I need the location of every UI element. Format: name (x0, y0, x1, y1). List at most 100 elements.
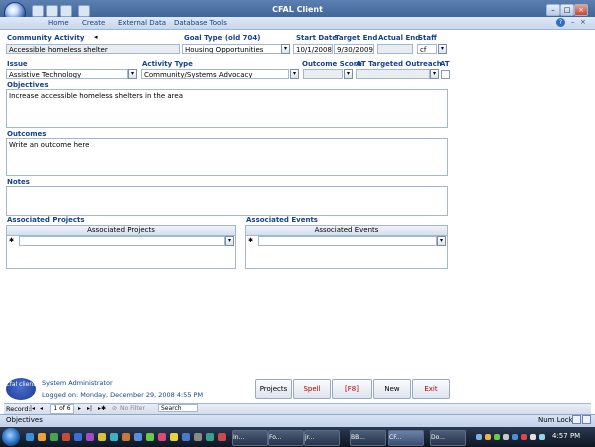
maximize-button[interactable]: □ (560, 4, 574, 16)
cfal-logo: cfal client (6, 378, 36, 400)
associated-events-combo[interactable] (258, 236, 437, 246)
ribbon-close-icon[interactable]: × (580, 18, 586, 26)
form-view-icon[interactable] (572, 415, 581, 424)
new-record-nav-icon[interactable]: ▸✱ (98, 405, 106, 412)
associated-events-label: Associated Events (246, 216, 318, 224)
help-icon[interactable]: ? (556, 18, 565, 27)
ribbon-minimize-icon[interactable]: – (571, 18, 575, 26)
tray-icon[interactable] (521, 434, 527, 440)
record-position[interactable]: 1 of 6 (50, 404, 74, 414)
quick-launch-icon[interactable] (38, 433, 46, 441)
tab-database-tools[interactable]: Database Tools (174, 19, 227, 27)
filter-status[interactable]: No Filter (120, 405, 145, 412)
quick-launch-icon[interactable] (62, 433, 70, 441)
goal-type-dropdown[interactable]: ▾ (281, 44, 290, 54)
delete-button[interactable]: [F8] Delete (332, 379, 372, 411)
tray-icon[interactable] (503, 434, 509, 440)
tray-icon[interactable] (494, 434, 500, 440)
new-button[interactable]: New (373, 379, 411, 399)
target-end-field[interactable]: 9/30/2009 (334, 44, 374, 54)
activity-type-dropdown[interactable]: ▾ (290, 69, 299, 79)
quick-launch-icon[interactable] (74, 433, 82, 441)
staff-field[interactable]: cf (417, 44, 437, 54)
design-view-icon[interactable] (582, 415, 591, 424)
previous-record-icon[interactable]: ◂ (40, 405, 43, 412)
associated-projects-combo[interactable] (19, 236, 225, 246)
clock[interactable]: 4:57 PM (552, 432, 580, 440)
associated-projects-dropdown[interactable]: ▾ (225, 236, 234, 246)
at-targeted-outreach-dropdown[interactable]: ▾ (430, 69, 439, 79)
record-label: Record: (6, 405, 31, 413)
actual-end-label: Actual End (378, 34, 421, 42)
associated-projects-label: Associated Projects (7, 216, 85, 224)
window-title: CFAL Client (272, 5, 323, 14)
quick-launch-icon[interactable] (122, 433, 130, 441)
taskbar-item[interactable]: Fo... (268, 430, 304, 446)
taskbar-item-active[interactable]: CF... (388, 430, 424, 446)
tray-icon[interactable] (512, 434, 518, 440)
start-date-label: Start Date (296, 34, 337, 42)
volume-icon[interactable] (530, 434, 536, 440)
tab-create[interactable]: Create (82, 19, 105, 27)
taskbar-item[interactable]: Do... (430, 430, 466, 446)
exit-button[interactable]: Exit (412, 379, 450, 399)
network-icon[interactable] (539, 434, 545, 440)
tray-icon[interactable] (485, 434, 491, 440)
notes-textarea[interactable] (6, 186, 448, 216)
taskbar-item[interactable]: jr... (304, 430, 340, 446)
search-input[interactable]: Search (158, 404, 198, 412)
quick-launch-icon[interactable] (170, 433, 178, 441)
quick-launch-icon[interactable] (218, 433, 226, 441)
tab-home[interactable]: Home (48, 19, 69, 27)
objectives-label: Objectives (7, 81, 49, 89)
staff-dropdown[interactable]: ▾ (438, 44, 447, 54)
outcome-score-field[interactable] (303, 69, 343, 79)
at-targeted-outreach-field[interactable] (356, 69, 430, 79)
outcome-score-dropdown[interactable]: ▾ (344, 69, 353, 79)
at-checkbox[interactable] (441, 70, 450, 79)
taskbar-item[interactable]: BB... (350, 430, 386, 446)
taskbar-item[interactable]: In... (232, 430, 268, 446)
quick-launch-icon[interactable] (50, 433, 58, 441)
associated-projects-header[interactable]: Associated Projects (7, 226, 235, 236)
filter-icon[interactable]: ⊘ (112, 405, 117, 412)
community-activity-field[interactable]: Accessible homeless shelter (6, 44, 180, 54)
spell-check-button[interactable]: Spell Check (293, 379, 331, 411)
quick-launch-icon[interactable] (134, 433, 142, 441)
start-date-field[interactable]: 10/1/2008 (293, 44, 333, 54)
activity-type-field[interactable]: Community/Systems Advocacy (141, 69, 289, 79)
issue-field[interactable]: Assistive Technology (6, 69, 128, 79)
num-lock-indicator: Num Lock (538, 416, 573, 424)
issue-dropdown[interactable]: ▾ (128, 69, 137, 79)
new-record-icon: ✱ (248, 237, 254, 244)
outcomes-textarea[interactable]: Write an outcome here (6, 138, 448, 176)
outcome-score-label: Outcome Score (302, 60, 362, 68)
tray-icon[interactable] (476, 434, 482, 440)
associated-events-header[interactable]: Associated Events (246, 226, 447, 236)
quick-launch-icon[interactable] (98, 433, 106, 441)
quick-launch-icon[interactable] (146, 433, 154, 441)
close-button[interactable]: × (574, 4, 588, 16)
actual-end-field[interactable] (377, 44, 413, 54)
quick-launch-icon[interactable] (194, 433, 202, 441)
quick-launch-icon[interactable] (182, 433, 190, 441)
associated-events-dropdown[interactable]: ▾ (437, 236, 446, 246)
quick-launch-icon[interactable] (206, 433, 214, 441)
quick-launch-icon[interactable] (158, 433, 166, 441)
notes-label: Notes (7, 178, 30, 186)
associated-projects-subform: Associated Projects ✱ ▾ (6, 225, 236, 269)
projects-button[interactable]: Projects (255, 379, 292, 399)
target-end-label: Target End (335, 34, 378, 42)
quick-launch-icon[interactable] (110, 433, 118, 441)
goal-type-field[interactable]: Housing Opportunities (182, 44, 282, 54)
objectives-textarea[interactable]: Increase accessible homeless shelters in… (6, 89, 448, 128)
next-record-icon[interactable]: ▸ (78, 405, 81, 412)
quick-launch-icon[interactable] (26, 433, 34, 441)
quick-launch-icon[interactable] (86, 433, 94, 441)
minimize-button[interactable]: – (546, 4, 560, 16)
first-record-icon[interactable]: |◂ (30, 405, 35, 412)
last-record-icon[interactable]: ▸| (87, 405, 92, 412)
tab-external-data[interactable]: External Data (118, 19, 166, 27)
logged-on-text: Logged on: Monday, December 29, 2008 4:5… (42, 391, 204, 399)
start-button[interactable] (2, 428, 20, 446)
